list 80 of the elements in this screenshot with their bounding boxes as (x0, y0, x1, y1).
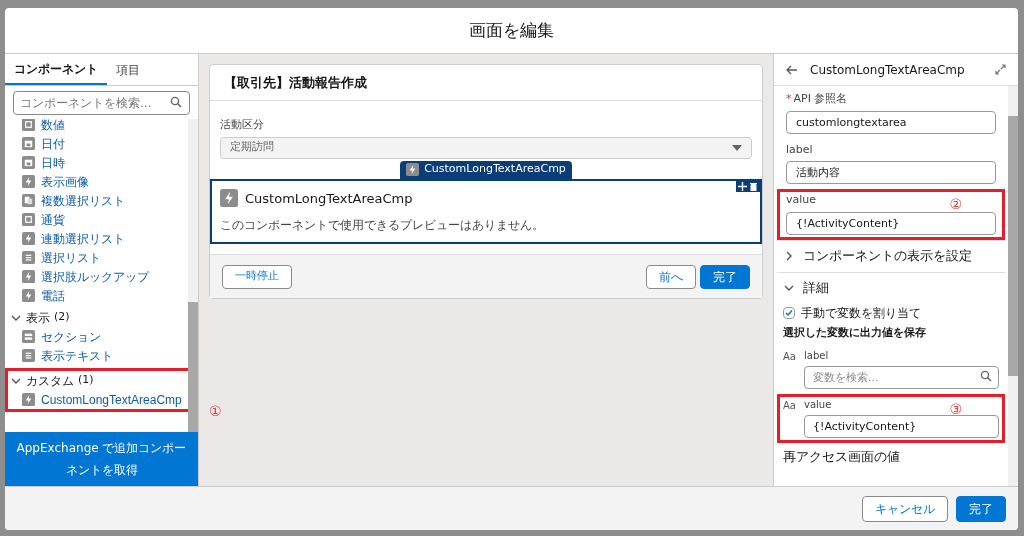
variable-search-field[interactable]: 変数を検索... (804, 366, 999, 389)
field-label: label (804, 349, 829, 363)
component-list-item[interactable]: 日時 (5, 153, 188, 172)
component-list-item[interactable]: 日付 (5, 134, 188, 153)
component-list-item[interactable]: 複数選択リスト (5, 191, 188, 210)
primary-button[interactable]: 完了 (956, 495, 1006, 522)
panel-tab[interactable]: 項目 (107, 54, 149, 85)
preview-message: このコンポーネントで使用できるプレビューはありません。 (220, 217, 544, 234)
checkbox-label: 手動で変数を割り当て (801, 304, 921, 322)
text-type-icon: Aa (783, 348, 799, 389)
component-list-item[interactable]: セクション (5, 327, 188, 346)
component-list-item[interactable]: 表示テキスト (5, 346, 188, 365)
secondary-button[interactable]: キャンセル (862, 495, 948, 522)
field-label: API 参照名 (793, 91, 848, 107)
annotation-number: ① (209, 403, 222, 419)
bolt-icon (22, 289, 35, 302)
bolt-icon (22, 270, 35, 283)
checkbox[interactable] (783, 306, 795, 319)
component-list-item[interactable]: 電話 (5, 286, 188, 305)
required-asterisk: * (786, 91, 792, 107)
dropdown-arrow-icon (732, 144, 742, 151)
window-title: 画面を編集 (469, 18, 554, 42)
card-title: 【取引先】活動報告作成 (224, 73, 367, 92)
bolt-icon (22, 393, 35, 406)
secondary-button[interactable]: 前へ (646, 264, 696, 289)
section-header[interactable]: 再アクセス画面の値 (777, 447, 906, 467)
appexchange-button[interactable]: AppExchange で追加コンポーネントを取得 (5, 432, 198, 486)
annotation-number: ② (949, 196, 962, 212)
component-list-item[interactable]: 数値 (5, 119, 188, 134)
text-field[interactable]: {!ActivityContent} (786, 211, 996, 235)
move-icon[interactable] (738, 181, 747, 191)
primary-button[interactable]: 完了 (700, 264, 750, 289)
field-label: 活動区分 (220, 117, 264, 133)
panel-tab[interactable]: コンポーネント (5, 54, 107, 85)
text-field[interactable]: 活動内容 (786, 161, 996, 184)
field-label: value (804, 398, 832, 412)
component-list-item[interactable]: 選択肢ルックアップ (5, 267, 188, 286)
component-icon (22, 156, 35, 169)
scrollbar[interactable] (188, 119, 198, 432)
component-list-item[interactable]: 表示画像 (5, 172, 188, 191)
section-header[interactable]: コンポーネントの表示を設定 (777, 239, 1005, 272)
section-header[interactable]: 詳細 (777, 271, 1005, 304)
component-icon (22, 251, 35, 264)
group-header[interactable]: 表示 (2) (8, 308, 188, 327)
component-icon (22, 213, 35, 226)
text-field[interactable]: customlongtextarea (786, 110, 996, 134)
text-type-icon: Aa (783, 397, 799, 438)
component-tag: CustomLongTextAreaCmp (400, 160, 572, 179)
component-icon (22, 349, 35, 362)
search-icon (170, 96, 182, 108)
trash-icon[interactable] (749, 181, 758, 191)
field-label: label (786, 141, 813, 158)
secondary-button[interactable]: 一時停止 (222, 264, 292, 289)
component-icon (22, 330, 35, 343)
component-icon (22, 194, 35, 207)
back-arrow-icon[interactable] (786, 63, 798, 76)
scrollbar[interactable] (1008, 86, 1018, 486)
bolt-icon (220, 189, 238, 208)
picklist-field[interactable]: 定期訪問 (220, 136, 752, 159)
component-list-item[interactable]: 選択リスト (5, 248, 188, 267)
search-icon (980, 370, 992, 382)
checkmark-icon (785, 308, 793, 317)
bolt-icon (22, 232, 35, 245)
panel-title: CustomLongTextAreaCmp (810, 61, 966, 79)
component-icon (22, 137, 35, 150)
component-icon (22, 119, 35, 131)
expand-icon[interactable] (995, 64, 1006, 75)
search-field[interactable]: コンポーネントを検索... (13, 91, 190, 115)
component-title: CustomLongTextAreaCmp (245, 189, 413, 208)
component-list-item[interactable]: 通貨 (5, 210, 188, 229)
group-header[interactable]: カスタム (1) (8, 371, 188, 390)
text-field[interactable]: {!ActivityContent} (804, 415, 999, 438)
component-preview[interactable]: CustomLongTextAreaCmp このコンポーネントで使用できるプレビューはありません。 (210, 178, 762, 244)
component-list-item[interactable]: CustomLongTextAreaCmp (5, 390, 188, 409)
component-list-item[interactable]: 連動選択リスト (5, 229, 188, 248)
section-subheading: 選択した変数に出力値を保存 (783, 324, 926, 341)
annotation-number: ③ (949, 401, 962, 417)
bolt-icon (22, 175, 35, 188)
field-label: value (786, 192, 817, 208)
bolt-icon (406, 163, 420, 176)
